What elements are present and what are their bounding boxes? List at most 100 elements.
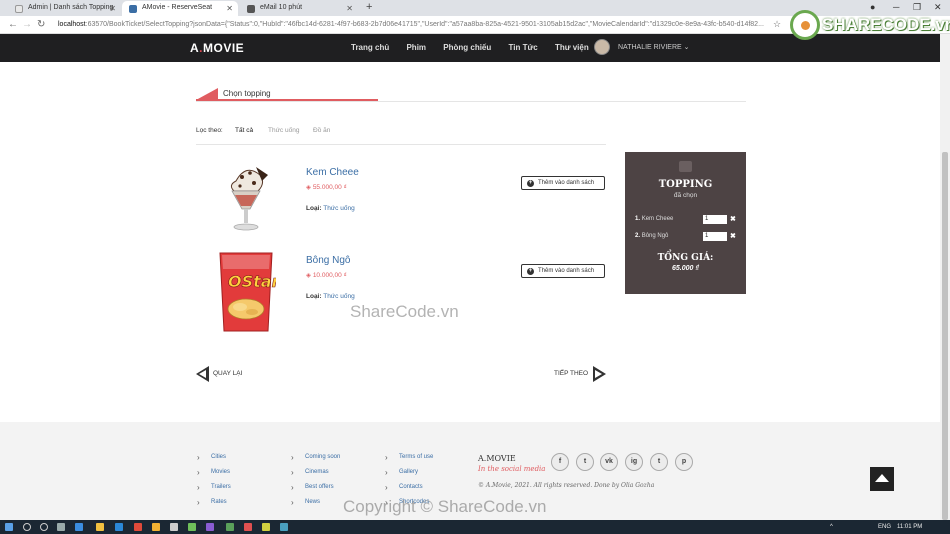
cart-subtitle: đã chọn	[673, 192, 698, 199]
total-label: TỔNG GIÁ:	[657, 253, 714, 263]
app-icon[interactable]	[170, 523, 178, 531]
logo-prefix: A	[190, 41, 200, 55]
add-to-list-button[interactable]: + Thêm vào danh sách	[521, 176, 605, 190]
footer-col-2: Coming soon Cinemas Best offers News	[291, 453, 340, 514]
tab-label: Admin | Danh sách Topping	[28, 4, 114, 11]
browser-tab-email[interactable]: eMail 10 phút ✕	[240, 1, 358, 16]
nav-rooms[interactable]: Phòng chiếu	[443, 43, 491, 52]
footer-link[interactable]: Rates	[197, 498, 231, 514]
quantity-input[interactable]: 1	[703, 232, 727, 241]
cart-item-name: Kem Cheee	[641, 216, 674, 222]
task-view-icon[interactable]	[57, 523, 65, 531]
cart-item-name: Bông Ngô	[641, 233, 669, 239]
app-icon[interactable]	[188, 523, 196, 531]
quantity-input[interactable]: 1	[703, 215, 727, 224]
topping-cart: TOPPING đã chọn 1. Kem Cheee 1 ✖ 2. Bông…	[625, 152, 746, 294]
store-icon[interactable]	[115, 523, 123, 531]
facebook-icon[interactable]: f	[551, 453, 569, 471]
sharecode-logo-text: SHARECODE.vn	[822, 15, 950, 34]
footer-link[interactable]: Terms of use	[385, 453, 433, 469]
browser-tab-amovie[interactable]: AMovie - ReserveSeat ✕	[122, 1, 238, 16]
copyright-watermark: Copyright © ShareCode.vn	[343, 497, 547, 516]
plus-icon: +	[527, 180, 534, 187]
mail-icon	[247, 5, 255, 13]
nav-home[interactable]: Trang chủ	[351, 43, 389, 52]
star-icon[interactable]: ☆	[773, 19, 781, 30]
app-icon[interactable]	[226, 523, 234, 531]
explorer-icon[interactable]	[96, 523, 104, 531]
next-button[interactable]: TIẾP THEO	[554, 366, 606, 382]
site-logo[interactable]: A.MOVIE	[190, 41, 244, 55]
search-icon[interactable]	[23, 523, 31, 531]
app-icon[interactable]	[262, 523, 270, 531]
cart-title: TOPPING	[658, 179, 713, 190]
scroll-to-top-button[interactable]	[870, 467, 894, 491]
cart-item: 1. Kem Cheee 1 ✖	[635, 215, 740, 226]
filter-all[interactable]: Tất cả	[235, 127, 253, 134]
footer-link[interactable]: Best offers	[291, 483, 340, 499]
nav-movies[interactable]: Phim	[406, 43, 426, 52]
browser-tab-admin[interactable]: Admin | Danh sách Topping ✕	[8, 1, 121, 16]
tag-icon: ◈	[306, 272, 311, 279]
visual-studio-icon[interactable]	[206, 523, 214, 531]
filter-bar: Lọc theo: Tất cả Thức uống Đồ ăn	[196, 127, 606, 145]
nav-gallery[interactable]: Thư viện	[555, 43, 589, 52]
section-title: Chọn topping	[223, 89, 271, 98]
chevron-down-icon: ⌄	[683, 44, 690, 51]
tray-chevron-icon[interactable]: ^	[830, 524, 833, 530]
product-name[interactable]: Kem Cheee	[306, 167, 359, 178]
url-input[interactable]: localhost:63570/BookTicket/SelectTopping…	[50, 19, 770, 31]
new-tab-button[interactable]: +	[366, 1, 372, 13]
footer-link[interactable]: Movies	[197, 468, 231, 484]
footer-link[interactable]: News	[291, 498, 340, 514]
chat-icon	[679, 161, 692, 172]
app-icon[interactable]	[280, 523, 288, 531]
windows-start-icon[interactable]	[5, 523, 13, 531]
avatar[interactable]	[594, 39, 610, 55]
price-value: 55.000,00 ₫	[312, 184, 347, 191]
instagram-icon[interactable]: ig	[625, 453, 643, 471]
footer-link[interactable]: Cities	[197, 453, 231, 469]
product-name[interactable]: Bông Ngô	[306, 255, 350, 266]
footer-link[interactable]: Coming soon	[291, 453, 340, 469]
twitter-icon[interactable]: t	[576, 453, 594, 471]
footer-link[interactable]: Gallery	[385, 468, 433, 484]
forward-icon[interactable]: →	[22, 19, 32, 30]
filter-drinks[interactable]: Thức uống	[268, 127, 299, 134]
chrome-icon[interactable]	[152, 523, 160, 531]
page-icon	[15, 5, 23, 13]
app-icon[interactable]	[134, 523, 142, 531]
clock[interactable]: 11:01 PM	[897, 524, 922, 530]
reload-icon[interactable]: ↻	[37, 19, 45, 30]
nav-news[interactable]: Tin Tức	[509, 43, 538, 52]
footer-slogan: In the social media	[478, 465, 546, 473]
product-image-popcorn: OStar	[216, 249, 281, 332]
tag-icon: ◈	[306, 184, 311, 191]
product-type: Loại: Thức uống	[306, 205, 355, 212]
remove-icon[interactable]: ✖	[730, 232, 736, 240]
tumblr-icon[interactable]: t	[650, 453, 668, 471]
user-menu[interactable]: NATHALIE RIVIERE ⌄	[618, 43, 690, 51]
type-value[interactable]: Thức uống	[323, 205, 354, 212]
close-icon[interactable]: ✕	[226, 4, 233, 13]
footer-link[interactable]: Trailers	[197, 483, 231, 499]
scrollbar-thumb[interactable]	[942, 152, 948, 520]
product-image-ice-cream	[216, 161, 276, 239]
filter-food[interactable]: Đồ ăn	[313, 127, 330, 134]
close-icon[interactable]: ✕	[109, 4, 116, 13]
add-to-list-button[interactable]: + Thêm vào danh sách	[521, 264, 605, 278]
footer-link[interactable]: Cinemas	[291, 468, 340, 484]
language-indicator[interactable]: ENG	[878, 524, 891, 530]
vk-icon[interactable]: vk	[600, 453, 618, 471]
remove-icon[interactable]: ✖	[730, 215, 736, 223]
price-value: 10.000,00 ₫	[312, 272, 347, 279]
close-icon[interactable]: ✕	[346, 4, 353, 13]
back-icon[interactable]: ←	[8, 19, 18, 30]
pinterest-icon[interactable]: p	[675, 453, 693, 471]
cart-item-number: 1.	[635, 216, 641, 222]
edge-icon[interactable]	[75, 523, 83, 531]
cortana-icon[interactable]	[40, 523, 48, 531]
app-icon[interactable]	[244, 523, 252, 531]
type-value[interactable]: Thức uống	[323, 293, 354, 300]
sharecode-logo-icon	[790, 10, 820, 40]
